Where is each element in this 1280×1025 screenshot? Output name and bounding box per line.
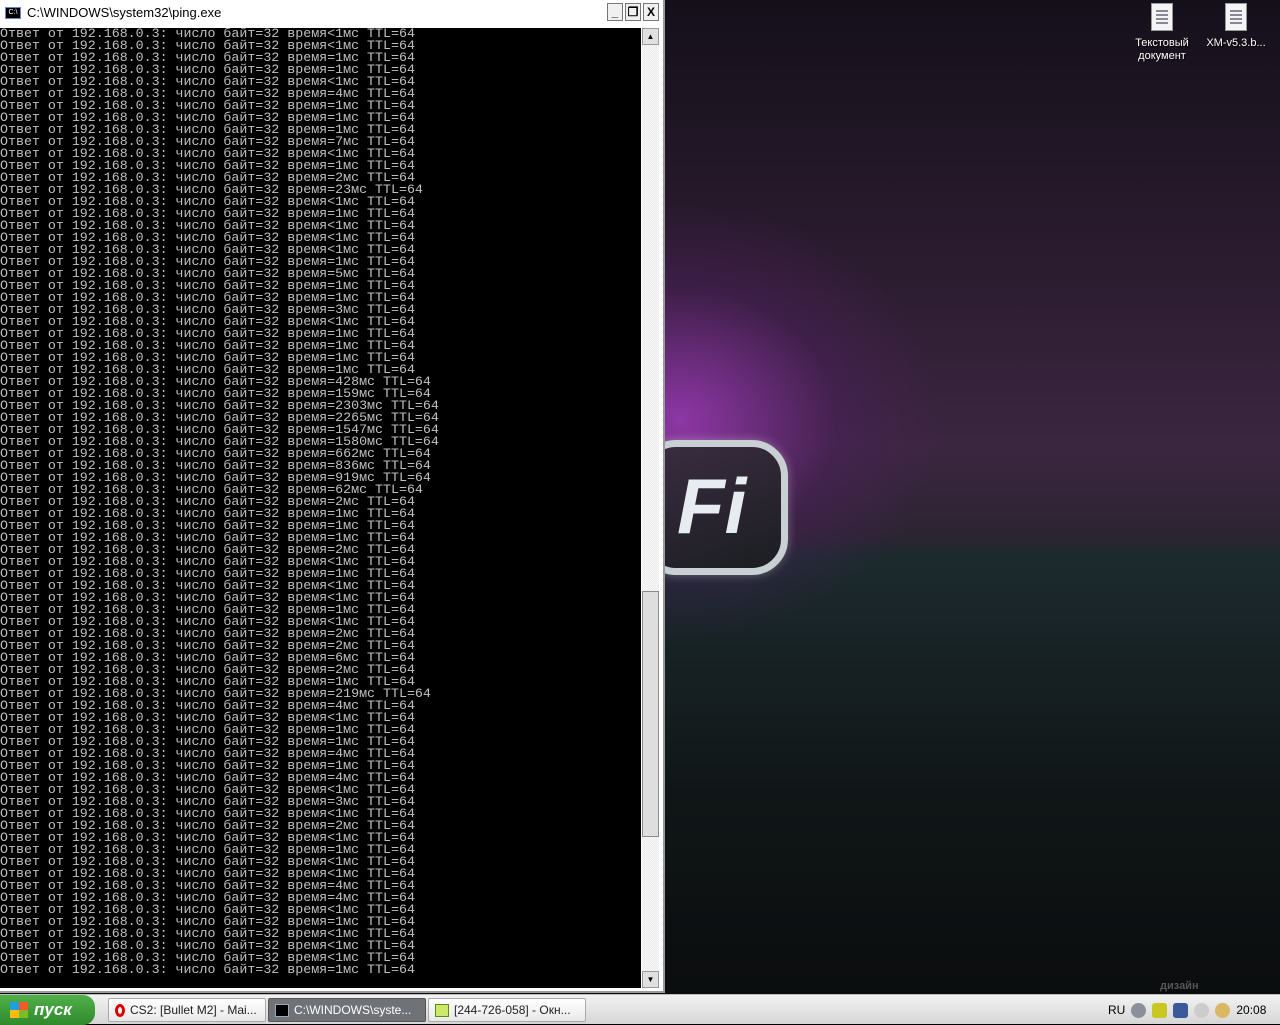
language-indicator[interactable]: RU (1108, 1003, 1125, 1017)
window-title: C:\WINDOWS\system32\ping.exe (27, 5, 222, 20)
task-ping-console[interactable]: C:\WINDOWS\syste... (268, 998, 426, 1022)
console-icon (275, 1003, 289, 1017)
console-line: Ответ от 192.168.0.3: число байт=32 врем… (0, 962, 415, 977)
ping-console-window: C:\ C:\WINDOWS\system32\ping.exe _ ❐ X О… (0, 0, 665, 993)
notepad-icon (1151, 3, 1173, 31)
task-remote-window[interactable]: [244-726-058] - Окн... (428, 998, 586, 1022)
file-icon (1225, 3, 1247, 31)
clock[interactable]: 20:08 (1236, 1003, 1266, 1017)
tray-user-icon[interactable] (1215, 1002, 1231, 1018)
wallpaper-watermark: дизайн (1160, 980, 1199, 992)
scroll-down-button[interactable]: ▼ (642, 971, 659, 988)
system-tray: RU 20:08 (1108, 995, 1280, 1025)
window-app-icon (435, 1003, 449, 1017)
minimize-button[interactable]: _ (607, 3, 623, 21)
sync-icon[interactable] (1194, 1002, 1210, 1018)
console-output[interactable]: Ответ от 192.168.0.3: число байт=32 врем… (0, 28, 641, 988)
console-icon: C:\ (5, 6, 21, 19)
title-bar[interactable]: C:\ C:\WINDOWS\system32\ping.exe _ ❐ X (0, 0, 663, 25)
tray-app-icon[interactable] (1152, 1002, 1168, 1018)
tray-expand-icon[interactable] (1131, 1002, 1147, 1018)
windows-logo-icon (10, 1002, 28, 1018)
restore-button[interactable]: ❐ (625, 3, 641, 21)
scrollbar-thumb[interactable] (642, 591, 659, 837)
desktop-icon-text-document[interactable]: Текстовый документ (1124, 0, 1200, 63)
taskbar: пуск CS2: [Bullet M2] - Mai... C:\WINDOW… (0, 994, 1280, 1025)
close-button[interactable]: X (643, 3, 659, 21)
scroll-up-button[interactable]: ▲ (642, 28, 659, 45)
vertical-scrollbar[interactable]: ▲ ▼ (642, 28, 659, 988)
task-opera[interactable]: CS2: [Bullet M2] - Mai... (108, 998, 266, 1022)
network-disconnected-icon[interactable] (1173, 1002, 1189, 1018)
opera-icon (115, 1003, 125, 1017)
desktop-icon-xm-file[interactable]: XM-v5.3.b... (1198, 0, 1274, 50)
start-button[interactable]: пуск (0, 995, 95, 1025)
